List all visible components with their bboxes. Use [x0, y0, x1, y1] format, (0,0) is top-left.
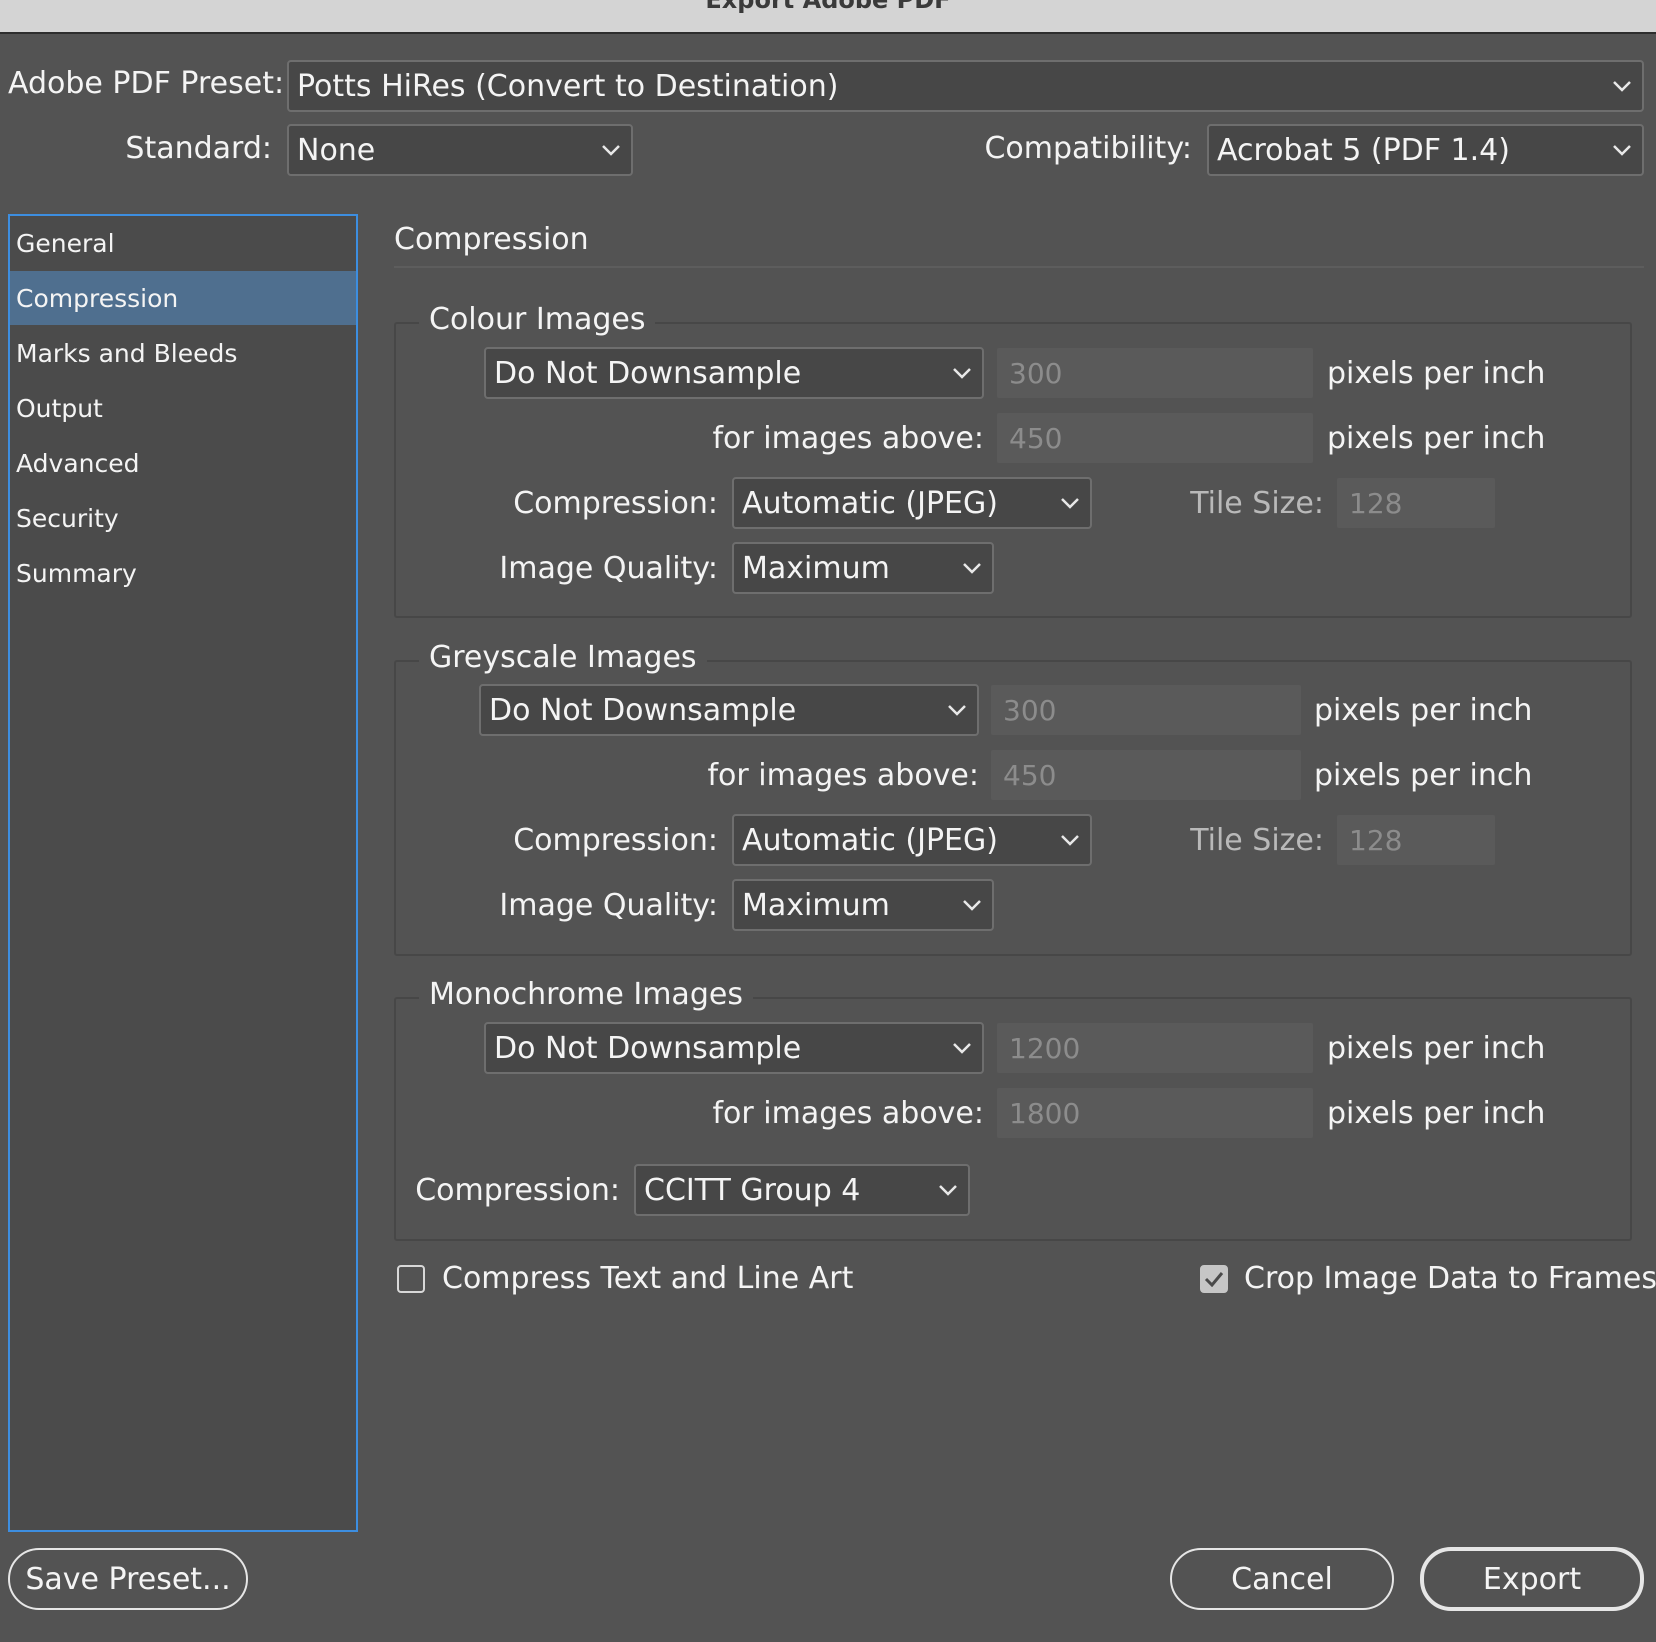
greyscale-downsample-value: Do Not Downsample	[489, 692, 797, 728]
crop-image-checkbox[interactable]	[1200, 1265, 1228, 1293]
sidebar-item-general[interactable]: General	[10, 216, 356, 270]
colour-quality-value: Maximum	[742, 550, 890, 586]
greyscale-downsample-select[interactable]: Do Not Downsample	[479, 684, 979, 736]
chevron-down-icon	[952, 881, 992, 929]
colour-compression-label: Compression:	[513, 486, 718, 521]
colour-above-field[interactable]: 450	[997, 413, 1313, 463]
monochrome-above-ppi-label: pixels per inch	[1327, 1096, 1546, 1131]
colour-downsample-value: Do Not Downsample	[494, 355, 802, 391]
export-button[interactable]: Export	[1420, 1547, 1644, 1611]
panel-title-divider	[394, 266, 1644, 268]
compress-text-checkbox[interactable]	[397, 1265, 425, 1293]
greyscale-resolution-field[interactable]: 300	[991, 685, 1301, 735]
preset-value: Potts HiRes (Convert to Destination)	[297, 68, 839, 104]
sidebar-item-compression[interactable]: Compression	[10, 271, 356, 325]
crop-image-label: Crop Image Data to Frames	[1244, 1261, 1656, 1296]
standard-select[interactable]: None	[287, 124, 633, 176]
colour-compression-select[interactable]: Automatic (JPEG)	[732, 477, 1092, 529]
monochrome-compression-label: Compression:	[415, 1173, 620, 1208]
window-title: Export Adobe PDF	[705, 0, 951, 14]
chevron-down-icon	[937, 686, 977, 734]
sidebar-item-security[interactable]: Security	[10, 491, 356, 545]
greyscale-images-legend: Greyscale Images	[419, 640, 707, 675]
monochrome-compression-value: CCITT Group 4	[644, 1172, 861, 1208]
standard-label: Standard:	[125, 131, 272, 166]
monochrome-compression-select[interactable]: CCITT Group 4	[634, 1164, 970, 1216]
colour-above-label: for images above:	[712, 421, 985, 456]
colour-downsample-select[interactable]: Do Not Downsample	[484, 347, 984, 399]
preset-label: Adobe PDF Preset:	[8, 66, 285, 101]
colour-resolution-field[interactable]: 300	[997, 348, 1313, 398]
greyscale-quality-value: Maximum	[742, 887, 890, 923]
sidebar-item-advanced[interactable]: Advanced	[10, 436, 356, 490]
monochrome-images-legend: Monochrome Images	[419, 977, 753, 1012]
greyscale-above-ppi-label: pixels per inch	[1314, 758, 1533, 793]
chevron-down-icon	[1602, 62, 1642, 110]
greyscale-above-field[interactable]: 450	[991, 750, 1301, 800]
colour-compression-value: Automatic (JPEG)	[742, 485, 998, 521]
colour-quality-label: Image Quality:	[499, 551, 718, 586]
checkmark-icon	[1204, 1272, 1224, 1287]
monochrome-above-field[interactable]: 1800	[997, 1088, 1313, 1138]
compatibility-value: Acrobat 5 (PDF 1.4)	[1217, 132, 1510, 168]
save-preset-button[interactable]: Save Preset...	[8, 1548, 248, 1610]
monochrome-downsample-value: Do Not Downsample	[494, 1030, 802, 1066]
monochrome-ppi-label: pixels per inch	[1327, 1031, 1546, 1066]
greyscale-compression-select[interactable]: Automatic (JPEG)	[732, 814, 1092, 866]
preset-select[interactable]: Potts HiRes (Convert to Destination)	[287, 60, 1644, 112]
colour-quality-select[interactable]: Maximum	[732, 542, 994, 594]
sidebar-item-marks-and-bleeds[interactable]: Marks and Bleeds	[10, 326, 356, 380]
greyscale-ppi-label: pixels per inch	[1314, 693, 1533, 728]
greyscale-tile-field[interactable]: 128	[1337, 815, 1495, 865]
compatibility-select[interactable]: Acrobat 5 (PDF 1.4)	[1207, 124, 1644, 176]
sidebar-item-summary[interactable]: Summary	[10, 546, 356, 600]
chevron-down-icon	[952, 544, 992, 592]
chevron-down-icon	[591, 126, 631, 174]
monochrome-resolution-field[interactable]: 1200	[997, 1023, 1313, 1073]
chevron-down-icon	[928, 1166, 968, 1214]
chevron-down-icon	[1602, 126, 1642, 174]
greyscale-tile-label: Tile Size:	[1190, 823, 1324, 858]
sidebar: General Compression Marks and Bleeds Out…	[8, 214, 358, 1532]
panel-title: Compression	[394, 222, 589, 257]
chevron-down-icon	[942, 1024, 982, 1072]
title-bar: Export Adobe PDF	[0, 0, 1656, 34]
greyscale-compression-label: Compression:	[513, 823, 718, 858]
chevron-down-icon	[1050, 479, 1090, 527]
colour-tile-field[interactable]: 128	[1337, 478, 1495, 528]
colour-images-legend: Colour Images	[419, 302, 656, 337]
colour-tile-label: Tile Size:	[1190, 486, 1324, 521]
greyscale-above-label: for images above:	[707, 758, 980, 793]
colour-ppi-label: pixels per inch	[1327, 356, 1546, 391]
compatibility-label: Compatibility:	[984, 131, 1192, 166]
monochrome-above-label: for images above:	[712, 1096, 985, 1131]
cancel-button[interactable]: Cancel	[1170, 1548, 1394, 1610]
greyscale-quality-select[interactable]: Maximum	[732, 879, 994, 931]
sidebar-item-output[interactable]: Output	[10, 381, 356, 435]
standard-value: None	[297, 132, 376, 168]
colour-above-ppi-label: pixels per inch	[1327, 421, 1546, 456]
monochrome-downsample-select[interactable]: Do Not Downsample	[484, 1022, 984, 1074]
chevron-down-icon	[1050, 816, 1090, 864]
greyscale-compression-value: Automatic (JPEG)	[742, 822, 998, 858]
chevron-down-icon	[942, 349, 982, 397]
compress-text-label: Compress Text and Line Art	[442, 1261, 854, 1296]
greyscale-quality-label: Image Quality:	[499, 888, 718, 923]
